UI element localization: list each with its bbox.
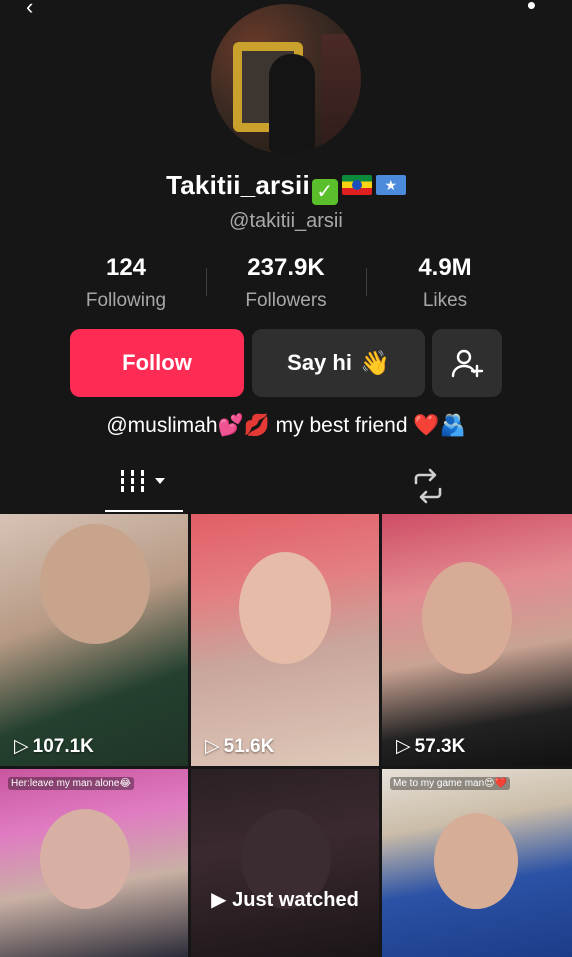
say-hi-button[interactable]: Say hi 👋	[252, 329, 425, 397]
view-count: ▷ 51.6K	[205, 735, 274, 758]
view-count-value: 107.1K	[32, 735, 94, 757]
video-caption: Me to my game man😍❤️	[390, 777, 511, 790]
video-tile[interactable]: Me to my game man😍❤️	[382, 769, 572, 957]
video-tile[interactable]: ▷ 57.3K	[382, 514, 572, 766]
play-icon: ▷	[396, 736, 411, 757]
view-count-value: 57.3K	[414, 735, 466, 757]
handle: @takitii_arsii	[229, 210, 343, 232]
video-thumbnail-face	[422, 562, 512, 674]
add-user-icon	[451, 349, 484, 378]
more-options-icon[interactable]: •	[527, 0, 536, 21]
display-name: Takitii_arsii	[166, 170, 310, 200]
profile-tabs	[0, 460, 572, 514]
add-friend-button[interactable]	[432, 329, 502, 397]
stat-followers[interactable]: 237.9K Followers	[206, 254, 366, 312]
avatar-person	[269, 54, 315, 154]
stat-likes[interactable]: 4.9M Likes	[365, 254, 525, 312]
say-hi-label: Say hi	[287, 350, 352, 375]
video-thumbnail-face	[40, 809, 130, 909]
just-watched-label: ▶ Just watched	[191, 887, 379, 912]
repost-icon	[414, 468, 442, 504]
active-tab-indicator	[105, 510, 183, 512]
following-count: 124	[105, 254, 147, 281]
video-tile[interactable]: ▶ Just watched	[191, 769, 379, 957]
play-icon: ▷	[205, 736, 220, 757]
followers-label: Followers	[245, 290, 327, 311]
username-row: Takitii_arsii ✓ ★	[0, 170, 572, 205]
view-count: ▷ 107.1K	[14, 735, 94, 758]
follow-button-label: Follow	[122, 350, 192, 375]
check-mark-icon: ✓	[311, 179, 338, 205]
video-thumbnail-face	[40, 524, 150, 644]
likes-count: 4.9M	[418, 254, 472, 281]
ethiopia-flag-icon	[341, 175, 372, 195]
play-icon: ▶	[211, 889, 227, 911]
likes-label: Likes	[422, 290, 468, 311]
bio-text: @muslimah💕💋 my best friend ❤️🫂	[106, 414, 466, 437]
view-count-value: 51.6K	[223, 735, 275, 757]
somalia-flag-icon: ★	[375, 175, 406, 195]
avatar-background-shelf	[321, 34, 361, 154]
video-thumbnail-face	[239, 552, 331, 664]
grid-icon	[121, 470, 165, 492]
video-tile[interactable]: ▷ 51.6K	[191, 514, 379, 766]
following-label: Following	[85, 290, 167, 311]
video-tile[interactable]: Her:leave my man alone😂	[0, 769, 188, 957]
follow-button[interactable]: Follow	[70, 329, 244, 397]
video-tile[interactable]: ▷ 107.1K	[0, 514, 188, 766]
stat-following[interactable]: 124 Following	[46, 254, 206, 312]
view-count: ▷ 57.3K	[396, 735, 465, 758]
stats-row: 124 Following 237.9K Followers 4.9M Like…	[0, 254, 572, 314]
back-icon[interactable]: ‹	[26, 0, 33, 20]
video-caption: Her:leave my man alone😂	[8, 777, 135, 790]
tab-videos[interactable]	[105, 464, 183, 514]
avatar[interactable]	[211, 4, 361, 154]
play-icon: ▷	[14, 736, 29, 757]
video-thumbnail-face	[434, 813, 518, 909]
tab-reposts[interactable]	[408, 466, 448, 506]
waving-hand-icon: 👋	[359, 349, 390, 377]
video-grid: ▷ 107.1K ▷ 51.6K ▷ 57.3K Her:leave my man a…	[0, 514, 572, 957]
just-watched-text: Just watched	[232, 889, 359, 911]
followers-count: 237.9K	[247, 254, 325, 281]
